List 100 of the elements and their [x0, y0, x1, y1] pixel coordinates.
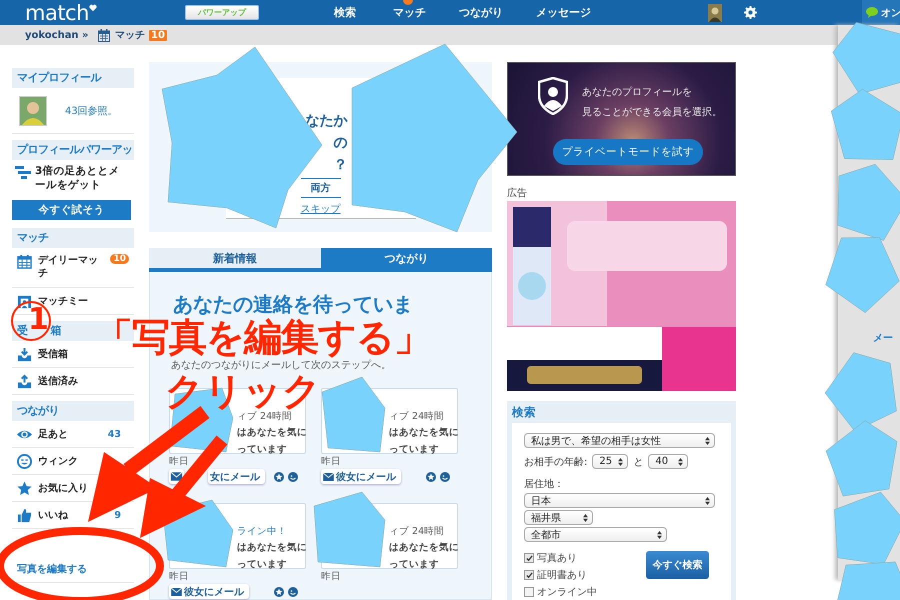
count-label: 9	[114, 510, 121, 520]
answer-button[interactable]: 両方	[300, 178, 340, 198]
message-text: はあなたを気に	[389, 542, 457, 554]
message-text: っています	[237, 559, 288, 571]
stepper-arrows-icon	[705, 436, 710, 444]
try-now-button[interactable]: 今すぐ試そう	[12, 200, 131, 220]
action-text: クリック	[165, 372, 321, 410]
message-text: はあなたを気に	[389, 427, 457, 439]
star-icon	[17, 480, 32, 496]
search-button[interactable]: 今すぐ検索	[646, 551, 709, 579]
dropdown[interactable]: 私は男で、希望の相手は女性	[524, 433, 715, 448]
section-title: つながり	[17, 403, 59, 419]
mail-button[interactable]: 彼女にメール	[321, 469, 401, 484]
count-badge: 10	[110, 254, 129, 264]
nav-link[interactable]: マッチ	[393, 5, 459, 20]
count-label: 43	[108, 428, 121, 440]
filter-checkbox[interactable]: オンライン中	[524, 585, 597, 599]
status-text: ィブ 24時間	[389, 526, 446, 537]
mail-button[interactable]: 彼女にメール	[169, 584, 249, 599]
dropdown[interactable]: 福井県	[524, 510, 593, 525]
star-icon	[274, 586, 284, 596]
match-link[interactable]: マッチ	[115, 28, 145, 42]
settings-icon	[744, 6, 757, 19]
filter-checkbox[interactable]: 証明書あり	[524, 568, 587, 582]
step-number: 1	[28, 305, 49, 335]
section-heading: あなたの連絡を待っていま	[173, 292, 414, 316]
stepper-arrows-icon	[583, 514, 588, 522]
sidebar-link[interactable]: お気に入り	[38, 482, 88, 494]
wink-icon	[288, 586, 298, 596]
logo-text: match	[25, 2, 89, 24]
section-title: プロフィールパワーアッ	[17, 142, 132, 158]
filter-checkbox[interactable]: 写真あり	[524, 551, 577, 565]
dropdown[interactable]: 25	[592, 454, 628, 469]
sidebar-link[interactable]: マッチミー	[38, 294, 88, 308]
star-icon	[274, 472, 284, 482]
sidebar-link[interactable]: 写真を編集する	[17, 562, 87, 576]
date-text: 昨日	[169, 571, 189, 582]
stepper-arrows-icon	[678, 458, 684, 466]
mail-button[interactable]: 女にメール	[208, 469, 265, 484]
section-title: マイプロフィール	[17, 70, 101, 86]
nav-link[interactable]: 検索	[334, 5, 393, 20]
joiner-text: と	[633, 456, 644, 468]
ad-text: 見ることができる会員を選択。	[582, 106, 722, 120]
check-icon	[526, 572, 532, 578]
question-text: の	[334, 134, 348, 153]
nav-link[interactable]: つながり	[459, 5, 536, 20]
ad-text: あなたのプロフィールを	[582, 86, 693, 100]
status-text: ィブ 24時間	[389, 411, 446, 422]
question-text: なたか	[306, 112, 348, 131]
message-text: はあなたを気に	[237, 542, 305, 554]
question-text: ？	[334, 156, 348, 175]
date-text: 昨日	[321, 571, 341, 582]
redaction-shape	[830, 88, 900, 160]
check-icon	[526, 554, 532, 562]
sidebar-link[interactable]: 足あと	[38, 428, 68, 440]
mail-label: メー	[873, 332, 893, 345]
status-text: ィブ 24時間	[237, 411, 294, 422]
tab[interactable]: つながり	[320, 248, 492, 268]
username-link[interactable]: yokochan »	[25, 30, 98, 40]
calendar-icon	[98, 28, 110, 42]
age-label: お相手の年齢:	[524, 456, 588, 468]
chat-icon	[866, 7, 878, 18]
heart-icon	[88, 4, 97, 12]
boost-icon	[15, 166, 31, 180]
avatar-icon	[708, 4, 722, 22]
wink-icon	[288, 472, 298, 482]
stepper-arrows-icon	[705, 496, 710, 504]
envelope-icon	[171, 588, 182, 596]
sidebar-link[interactable]: 送信済み	[38, 374, 78, 388]
nav-link[interactable]: メッセージ	[536, 5, 606, 20]
private-mode-button[interactable]: プライベートモードを試す	[553, 139, 703, 165]
section-title: 箱	[50, 323, 61, 339]
promo-text: 3倍の足あととメールをゲット	[35, 164, 120, 192]
section-title: マッチ	[17, 230, 48, 246]
stepper-arrows-icon	[618, 458, 624, 466]
sidebar-link[interactable]: 受信箱	[38, 348, 68, 360]
date-text: 昨日	[321, 456, 341, 467]
tab[interactable]: 新着情報	[149, 248, 320, 268]
sidebar-link[interactable]: いいね	[38, 508, 68, 522]
instruction-text: 「写真を編集する」	[95, 318, 431, 356]
date-text: 昨日	[169, 456, 189, 467]
shield-person-icon	[538, 77, 568, 115]
envelope-icon	[323, 472, 334, 480]
section-title: 受	[17, 323, 28, 339]
profile-views-link[interactable]: 43回参照。	[65, 104, 118, 118]
online-label: オン	[881, 6, 900, 20]
inbox-icon	[17, 346, 32, 362]
ad-label: 広告	[507, 186, 528, 200]
dropdown[interactable]: 日本	[524, 493, 715, 508]
skip-link[interactable]: スキップ	[300, 202, 340, 216]
sidebar-link[interactable]: デイリーマッチ	[38, 254, 104, 280]
star-icon	[426, 472, 436, 482]
thumbs-up-icon	[17, 508, 32, 522]
match-count-badge: 10	[149, 30, 167, 40]
outbox-icon	[17, 374, 32, 388]
dropdown[interactable]: 全都市	[524, 527, 667, 542]
stepper-arrows-icon	[657, 530, 662, 538]
dropdown[interactable]: 40	[648, 454, 688, 469]
status-text: ライン中！	[237, 526, 288, 537]
sidebar-link[interactable]: ウィンク	[38, 454, 78, 468]
